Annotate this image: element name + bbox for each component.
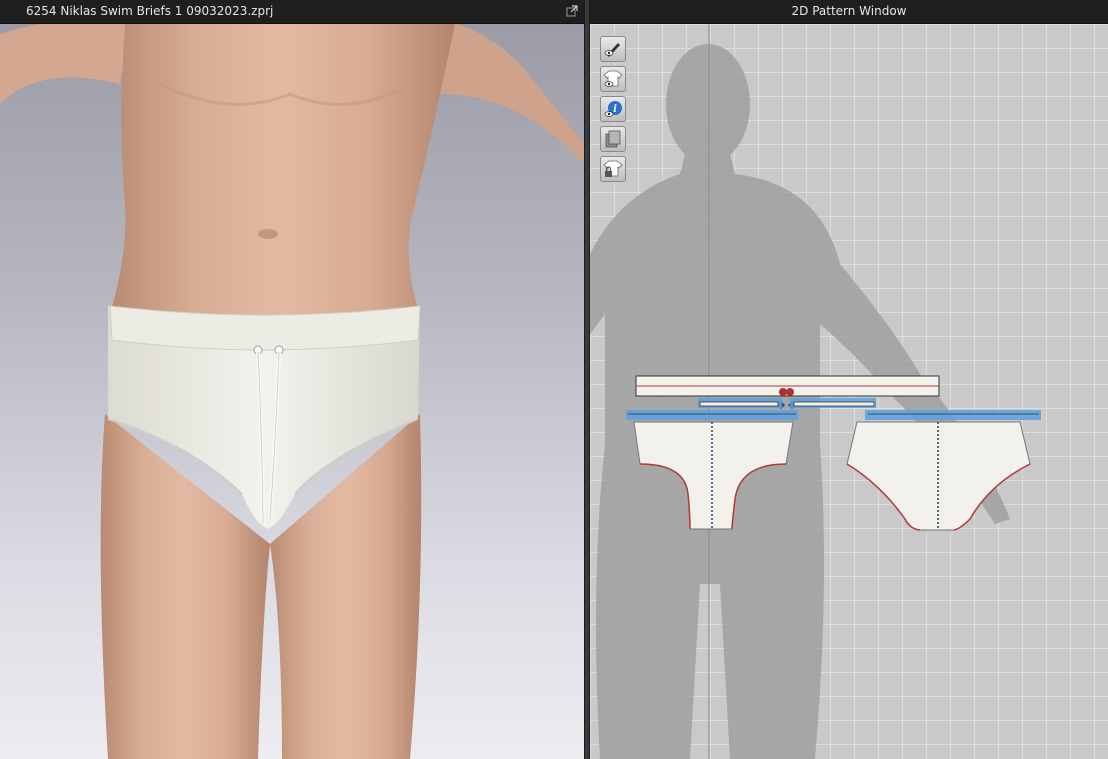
3d-viewport[interactable] xyxy=(0,18,584,759)
popout-icon[interactable] xyxy=(566,5,578,17)
2d-window-titlebar: 2D Pattern Window xyxy=(590,0,1108,24)
pattern-canvas xyxy=(590,24,1041,759)
2d-window-title: 2D Pattern Window xyxy=(791,4,907,18)
svg-text:i: i xyxy=(613,104,617,115)
3d-window-titlebar: 6254 Niklas Swim Briefs 1 09032023.zprj xyxy=(0,0,584,24)
layers-icon xyxy=(605,130,621,148)
shirt-eye-icon xyxy=(603,70,623,87)
toolbar-button-1[interactable] xyxy=(600,66,626,92)
3d-window: 6254 Niklas Swim Briefs 1 09032023.zprj xyxy=(0,0,584,759)
toolbar-button-4[interactable] xyxy=(600,156,626,182)
pen-eye-icon xyxy=(604,43,620,57)
toolbar-button-3[interactable] xyxy=(600,126,626,152)
info-eye-icon: i xyxy=(604,101,622,117)
avatar-3d xyxy=(0,18,584,759)
3d-window-title: 6254 Niklas Swim Briefs 1 09032023.zprj xyxy=(26,4,274,18)
toolbar-button-0[interactable] xyxy=(600,36,626,62)
toolbar-button-2[interactable]: i xyxy=(600,96,626,122)
2d-view-toolbar: i xyxy=(600,36,628,186)
2d-pattern-window: 2D Pattern Window i xyxy=(590,0,1108,759)
2d-pattern-viewport[interactable]: i xyxy=(590,24,1108,759)
shirt-lock-icon xyxy=(603,160,623,177)
